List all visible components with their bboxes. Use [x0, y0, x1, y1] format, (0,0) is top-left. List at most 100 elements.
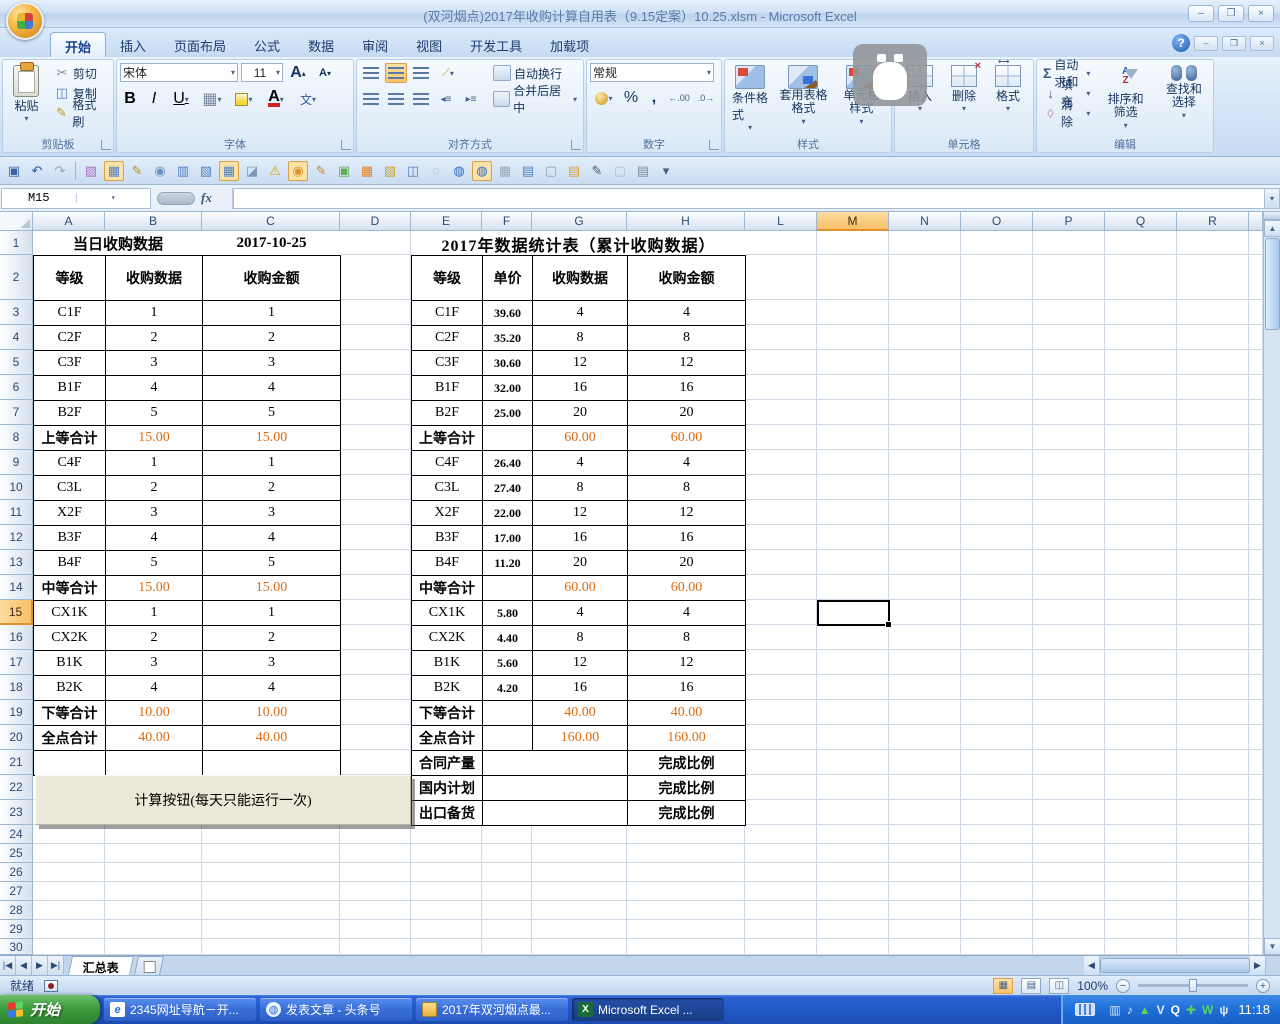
- cell-C4[interactable]: 2: [202, 325, 341, 351]
- cell-A12[interactable]: B3F: [33, 525, 106, 551]
- increase-indent-button[interactable]: ▸≡: [460, 89, 482, 109]
- col-header-B[interactable]: B: [105, 212, 202, 231]
- format-as-table-button[interactable]: 套用表格格式▾: [772, 63, 834, 135]
- vertical-split-handle[interactable]: [1264, 212, 1280, 220]
- cell-H3[interactable]: 4: [627, 300, 746, 326]
- zoom-slider-handle[interactable]: [1189, 979, 1197, 992]
- number-dialog-launcher[interactable]: [709, 140, 719, 150]
- cell-A20[interactable]: 全点合计: [33, 725, 106, 751]
- cell-H11[interactable]: 12: [627, 500, 746, 526]
- cell-H15[interactable]: 4: [627, 600, 746, 626]
- cell-F10[interactable]: 27.40: [482, 475, 533, 501]
- cell-G12[interactable]: 16: [532, 525, 628, 551]
- cell-C9[interactable]: 1: [202, 450, 341, 476]
- cell-F7[interactable]: 25.00: [482, 400, 533, 426]
- cell-E23[interactable]: 出口备货: [411, 800, 483, 826]
- workbook-minimize-button[interactable]: –: [1194, 36, 1218, 51]
- italic-button[interactable]: I: [144, 89, 164, 109]
- view-toggle-icon[interactable]: ▦: [104, 161, 124, 181]
- vertical-scroll-thumb[interactable]: [1265, 238, 1280, 330]
- refresh-icon[interactable]: ◪: [242, 161, 262, 181]
- col-header-Q[interactable]: Q: [1105, 212, 1177, 231]
- col-header-P[interactable]: P: [1033, 212, 1105, 231]
- select-all-corner[interactable]: [0, 212, 33, 231]
- cell-F20[interactable]: [482, 725, 533, 751]
- decrease-decimal-button[interactable]: .0→: [694, 88, 718, 108]
- cell-B6[interactable]: 4: [105, 375, 203, 401]
- font-dialog-launcher[interactable]: [341, 140, 351, 150]
- cell-E12[interactable]: B3F: [411, 525, 483, 551]
- row-header-25[interactable]: 25: [0, 844, 33, 863]
- row-header-1[interactable]: 1: [0, 231, 33, 255]
- shrink-font-button[interactable]: A▾: [313, 63, 337, 83]
- cell-F2[interactable]: 单价: [482, 255, 533, 301]
- minimize-button[interactable]: –: [1188, 5, 1214, 22]
- cell-H4[interactable]: 8: [627, 325, 746, 351]
- wrap-text-button[interactable]: 自动换行: [490, 63, 580, 83]
- normal-view-icon[interactable]: ▦: [993, 978, 1013, 994]
- cell-G4[interactable]: 8: [532, 325, 628, 351]
- cell-C7[interactable]: 5: [202, 400, 341, 426]
- print-icon[interactable]: ▤: [633, 161, 653, 181]
- speech-icon[interactable]: ◌: [426, 161, 446, 181]
- cell-A9[interactable]: C4F: [33, 450, 106, 476]
- col-header-E[interactable]: E: [411, 212, 482, 231]
- document-icon[interactable]: ▢: [541, 161, 561, 181]
- paste-link-icon[interactable]: ◫: [403, 161, 423, 181]
- row-header-22[interactable]: 22: [0, 775, 33, 800]
- taskbar-task-folder[interactable]: 2017年双河烟点最...: [416, 998, 568, 1021]
- cell-F12[interactable]: 17.00: [482, 525, 533, 551]
- cell-C3[interactable]: 1: [202, 300, 341, 326]
- row-header-5[interactable]: 5: [0, 350, 33, 375]
- cell-C18[interactable]: 4: [202, 675, 341, 701]
- cell-C21[interactable]: [202, 750, 341, 776]
- cell-C8[interactable]: 15.00: [202, 425, 341, 451]
- next-sheet-icon[interactable]: ▶: [32, 956, 48, 975]
- zoom-in-icon[interactable]: +: [1256, 979, 1270, 993]
- taskbar-task-ie[interactable]: e2345网址导航－开...: [104, 998, 256, 1021]
- row-header-19[interactable]: 19: [0, 700, 33, 725]
- cell-E10[interactable]: C3L: [411, 475, 483, 501]
- comma-style-button[interactable]: ,: [644, 88, 664, 108]
- sheet-tab-summary[interactable]: 汇总表: [68, 956, 134, 975]
- cell-H10[interactable]: 8: [627, 475, 746, 501]
- usb-icon[interactable]: ψ: [1219, 1004, 1228, 1016]
- last-sheet-icon[interactable]: ▶|: [48, 956, 64, 975]
- cell-F23[interactable]: [482, 800, 628, 826]
- qq-icon[interactable]: Q: [1171, 1004, 1180, 1016]
- cell-C20[interactable]: 40.00: [202, 725, 341, 751]
- cell-F19[interactable]: [482, 700, 533, 726]
- cell-G19[interactable]: 40.00: [532, 700, 628, 726]
- cell-G6[interactable]: 16: [532, 375, 628, 401]
- row-header-21[interactable]: 21: [0, 750, 33, 775]
- web-publish-icon[interactable]: ◍: [449, 161, 469, 181]
- ribbon-tab-插入[interactable]: 插入: [106, 32, 160, 57]
- taskbar-task-tt[interactable]: ◍发表文章 - 头条号: [260, 998, 412, 1021]
- cell-A16[interactable]: CX2K: [33, 625, 106, 651]
- cell-H7[interactable]: 20: [627, 400, 746, 426]
- cell-A17[interactable]: B1K: [33, 650, 106, 676]
- cell-F6[interactable]: 32.00: [482, 375, 533, 401]
- cell-A6[interactable]: B1F: [33, 375, 106, 401]
- cell-F13[interactable]: 11.20: [482, 550, 533, 576]
- cell-C6[interactable]: 4: [202, 375, 341, 401]
- format-cells-button[interactable]: ⟷格式▾: [991, 63, 1025, 135]
- cell-A10[interactable]: C3L: [33, 475, 106, 501]
- row-header-10[interactable]: 10: [0, 475, 33, 500]
- cell-G2[interactable]: 收购数据: [532, 255, 628, 301]
- row-header-12[interactable]: 12: [0, 525, 33, 550]
- underline-button[interactable]: U▾: [168, 89, 194, 109]
- clipboard-dialog-launcher[interactable]: [101, 140, 111, 150]
- percent-style-button[interactable]: %: [621, 88, 641, 108]
- locked-table-icon[interactable]: ▦: [495, 161, 515, 181]
- antivirus-icon[interactable]: ✚: [1186, 1004, 1196, 1016]
- col-header-O[interactable]: O: [961, 212, 1033, 231]
- number-format-select[interactable]: 常规▾: [590, 63, 714, 82]
- start-button[interactable]: 开始: [0, 995, 100, 1024]
- keyboard-icon[interactable]: [1075, 1003, 1095, 1016]
- table-style-icon[interactable]: ▦: [357, 161, 377, 181]
- col-header-N[interactable]: N: [889, 212, 961, 231]
- cell-E20[interactable]: 全点合计: [411, 725, 483, 751]
- cell-B3[interactable]: 1: [105, 300, 203, 326]
- sort-filter-button[interactable]: AZ 排序和筛选▾: [1099, 63, 1151, 135]
